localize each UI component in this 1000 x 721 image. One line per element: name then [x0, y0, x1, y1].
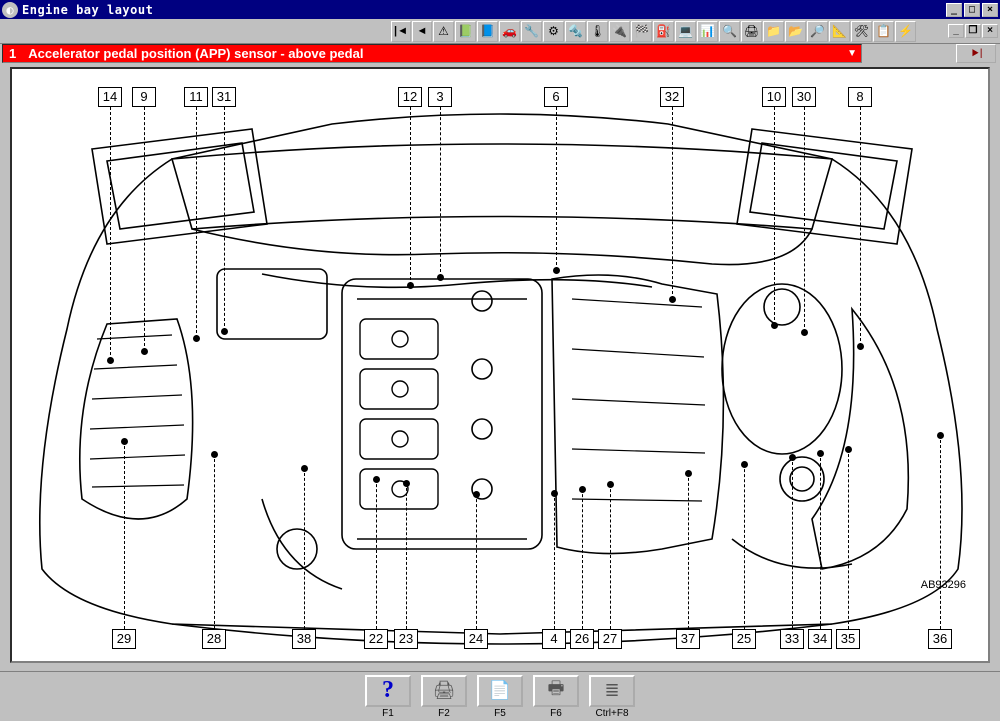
- fkey-icon: ≣: [589, 675, 635, 707]
- toolbar-close-button[interactable]: ×: [982, 24, 998, 38]
- fkey-icon: 📄: [477, 675, 523, 707]
- callout-24[interactable]: 24: [464, 629, 488, 649]
- callout-12[interactable]: 12: [398, 87, 422, 107]
- fkey-label: F6: [533, 708, 579, 719]
- toolbar-button-6[interactable]: 🔩: [565, 21, 586, 42]
- callout-30[interactable]: 30: [792, 87, 816, 107]
- callout-23[interactable]: 23: [394, 629, 418, 649]
- toolbar-button-5[interactable]: ⚙: [543, 21, 564, 42]
- diagram-viewport: 149113112363210308 292838222324426273725…: [10, 67, 990, 663]
- toolbar-button-1[interactable]: 📗: [455, 21, 476, 42]
- window-title: Engine bay layout: [22, 3, 946, 17]
- callout-27[interactable]: 27: [598, 629, 622, 649]
- fkey-label: F5: [477, 708, 523, 719]
- toolbar-button-21[interactable]: ⚡: [895, 21, 916, 42]
- toolbar-button-20[interactable]: 📋: [873, 21, 894, 42]
- callout-38[interactable]: 38: [292, 629, 316, 649]
- toolbar-button-3[interactable]: 🚗: [499, 21, 520, 42]
- main-toolbar: |◄ ◄ ⚠📗📘🚗🔧⚙🔩🌡🔌🏁⛽💻📊🔍🖨📁📂🔎📐🛠📋⚡ _ ❐ ×: [0, 19, 1000, 44]
- minimize-button[interactable]: _: [946, 3, 962, 17]
- toolbar-button-14[interactable]: 🖨: [741, 21, 762, 42]
- engine-bay-illustration: [12, 69, 988, 663]
- toolbar-button-11[interactable]: 💻: [675, 21, 696, 42]
- callout-3[interactable]: 3: [428, 87, 452, 107]
- toolbar-minimize-button[interactable]: _: [948, 24, 964, 38]
- component-number: 1: [9, 46, 16, 61]
- window-titlebar: ◐ Engine bay layout _ □ ×: [0, 0, 1000, 19]
- fkey-f2[interactable]: 🖨F2: [421, 675, 467, 719]
- callout-37[interactable]: 37: [676, 629, 700, 649]
- fkey-label: F2: [421, 708, 467, 719]
- callout-14[interactable]: 14: [98, 87, 122, 107]
- toolbar-button-15[interactable]: 📁: [763, 21, 784, 42]
- callout-32[interactable]: 32: [660, 87, 684, 107]
- callout-10[interactable]: 10: [762, 87, 786, 107]
- callout-34[interactable]: 34: [808, 629, 832, 649]
- component-status-bar[interactable]: 1 Accelerator pedal position (APP) senso…: [2, 44, 862, 63]
- close-button[interactable]: ×: [982, 3, 998, 17]
- nav-first-button[interactable]: |◄: [391, 21, 411, 42]
- toolbar-button-16[interactable]: 📂: [785, 21, 806, 42]
- callout-11[interactable]: 11: [184, 87, 208, 107]
- fkey-f1[interactable]: ?F1: [365, 675, 411, 719]
- fkey-label: Ctrl+F8: [589, 708, 635, 719]
- callout-9[interactable]: 9: [132, 87, 156, 107]
- toolbar-button-17[interactable]: 🔎: [807, 21, 828, 42]
- callout-28[interactable]: 28: [202, 629, 226, 649]
- fkey-label: F1: [365, 708, 411, 719]
- fkey-icon: 🖶: [533, 675, 579, 707]
- fkey-ctrl-f8[interactable]: ≣Ctrl+F8: [589, 675, 635, 719]
- app-icon: ◐: [2, 2, 18, 18]
- callout-8[interactable]: 8: [848, 87, 872, 107]
- toolbar-button-12[interactable]: 📊: [697, 21, 718, 42]
- status-action-button[interactable]: ⯈❘: [956, 44, 996, 63]
- toolbar-button-4[interactable]: 🔧: [521, 21, 542, 42]
- component-description: Accelerator pedal position (APP) sensor …: [28, 46, 363, 61]
- callout-6[interactable]: 6: [544, 87, 568, 107]
- toolbar-button-7[interactable]: 🌡: [587, 21, 608, 42]
- callout-33[interactable]: 33: [780, 629, 804, 649]
- callout-22[interactable]: 22: [364, 629, 388, 649]
- toolbar-button-19[interactable]: 🛠: [851, 21, 872, 42]
- dropdown-arrow-icon[interactable]: ▼: [847, 48, 857, 59]
- callout-36[interactable]: 36: [928, 629, 952, 649]
- callout-35[interactable]: 35: [836, 629, 860, 649]
- fkey-icon: ?: [365, 675, 411, 707]
- exit-icon: ⯈❘: [970, 46, 982, 62]
- fkey-f6[interactable]: 🖶F6: [533, 675, 579, 719]
- callout-26[interactable]: 26: [570, 629, 594, 649]
- callout-25[interactable]: 25: [732, 629, 756, 649]
- callout-31[interactable]: 31: [212, 87, 236, 107]
- toolbar-button-2[interactable]: 📘: [477, 21, 498, 42]
- fkey-f5[interactable]: 📄F5: [477, 675, 523, 719]
- nav-prev-button[interactable]: ◄: [412, 21, 432, 42]
- toolbar-button-18[interactable]: 📐: [829, 21, 850, 42]
- function-key-bar: ?F1🖨F2📄F5🖶F6≣Ctrl+F8: [0, 671, 1000, 721]
- fkey-icon: 🖨: [421, 675, 467, 707]
- toolbar-button-8[interactable]: 🔌: [609, 21, 630, 42]
- toolbar-button-13[interactable]: 🔍: [719, 21, 740, 42]
- callout-4[interactable]: 4: [542, 629, 566, 649]
- callout-29[interactable]: 29: [112, 629, 136, 649]
- image-reference-id: AB93296: [921, 579, 966, 591]
- toolbar-button-10[interactable]: ⛽: [653, 21, 674, 42]
- toolbar-restore-button[interactable]: ❐: [965, 24, 981, 38]
- toolbar-button-0[interactable]: ⚠: [433, 21, 454, 42]
- maximize-button[interactable]: □: [964, 3, 980, 17]
- toolbar-button-9[interactable]: 🏁: [631, 21, 652, 42]
